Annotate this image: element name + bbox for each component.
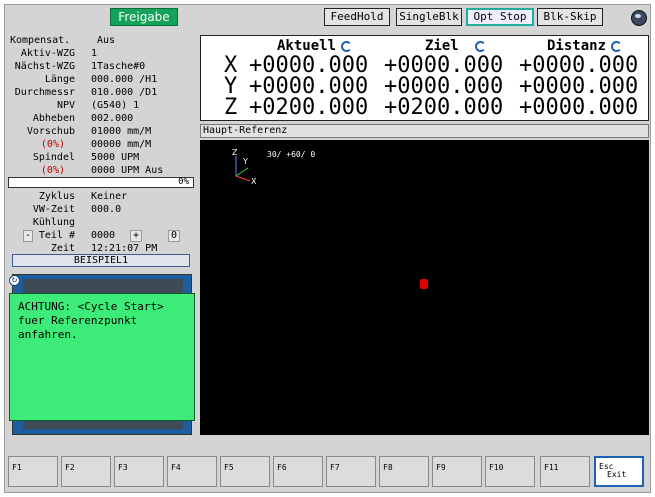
position-display: Aktuell Ziel Distanz X +0000.000 +0000.0…: [200, 35, 649, 121]
actual-value: +0200.000: [249, 95, 369, 120]
refresh-icon[interactable]: ↻: [9, 275, 20, 286]
dro-header-label: Ziel: [425, 38, 459, 54]
feed-override-label: (0%): [40, 139, 65, 150]
f1-key[interactable]: F1: [8, 456, 58, 487]
dro-header-target: Ziel: [425, 38, 486, 54]
part-counter-row: - Teil # 0000 + 0: [7, 230, 195, 242]
optstop-button[interactable]: Opt Stop: [466, 8, 534, 26]
refresh-icon[interactable]: [474, 40, 486, 52]
part-decrement-button[interactable]: -: [23, 230, 33, 242]
f2-key[interactable]: F2: [61, 456, 111, 487]
program-progress-bar: 0%: [8, 177, 194, 188]
f5-key[interactable]: F5: [220, 456, 270, 487]
status-value: 0000 UPM Aus: [91, 165, 164, 176]
progress-text: 0%: [178, 177, 189, 187]
dro-header-actual: Aktuell: [277, 38, 353, 54]
f9-key[interactable]: F9: [432, 456, 482, 487]
dwell-label: VW-Zeit: [32, 204, 75, 215]
toolbar: Freigabe FeedHold SingleBlk Opt Stop Blk…: [4, 5, 647, 31]
cycle-value: Keiner: [91, 191, 128, 202]
tool-position-marker: [420, 279, 428, 289]
enable-button[interactable]: Freigabe: [110, 8, 178, 26]
axis-label-x: X: [251, 177, 257, 186]
exit-key-bottom: Exit: [607, 470, 627, 479]
status-label: Spindel: [32, 152, 75, 163]
status-label: NPV: [56, 100, 75, 111]
dwell-value: 000.0: [91, 204, 122, 215]
refresh-icon[interactable]: [611, 40, 623, 52]
view-title: Haupt-Referenz: [200, 124, 649, 138]
status-value: Aus: [97, 35, 116, 46]
part-reset-button[interactable]: 0: [168, 230, 180, 242]
status-row: Länge 000.000 /H1: [7, 74, 195, 86]
status-row: Vorschub 01000 mm/M: [7, 126, 195, 138]
function-key-bar: F1 F2 F3 F4 F5 F6 F7 F8 F9 F10 F11 Esc E…: [8, 456, 647, 488]
status-row: Kompensat. Aus: [7, 35, 195, 47]
status-row: Aktiv-WZG 1: [7, 48, 195, 60]
distance-value: +0000.000: [519, 95, 639, 120]
status-row: (0%) 00000 mm/M: [7, 139, 195, 151]
status-label: Abheben: [32, 113, 75, 124]
status-row: (0%) 0000 UPM Aus: [7, 165, 195, 177]
part-value: 0000: [91, 230, 116, 241]
coolant-label: Kühlung: [32, 217, 75, 228]
cycle-row: Zyklus Keiner: [7, 191, 195, 203]
target-value: +0200.000: [384, 95, 504, 120]
part-label: Teil #: [38, 230, 75, 241]
axis-label-z: Z: [232, 148, 238, 157]
f3-key[interactable]: F3: [114, 456, 164, 487]
status-value: 01000 mm/M: [91, 126, 152, 137]
f6-key[interactable]: F6: [273, 456, 323, 487]
status-row: NPV (G540) 1: [7, 100, 195, 112]
status-label: Durchmessr: [14, 87, 75, 98]
program-name[interactable]: BEISPIEL1: [12, 254, 190, 267]
status-label: Aktiv-WZG: [20, 48, 75, 59]
feedhold-button[interactable]: FeedHold: [324, 8, 390, 26]
view-angles: 30/ +60/ 0: [267, 150, 316, 159]
status-value: 010.000 /D1: [91, 87, 158, 98]
status-row: Spindel 5000 UPM: [7, 152, 195, 164]
f11-key[interactable]: F11: [540, 456, 590, 487]
singleblock-button[interactable]: SingleBlk: [396, 8, 462, 26]
status-row: Durchmessr 010.000 /D1: [7, 87, 195, 99]
f4-key[interactable]: F4: [167, 456, 217, 487]
status-label: Nächst-WZG: [14, 61, 75, 72]
status-label: Kompensat.: [10, 35, 71, 46]
f8-key[interactable]: F8: [379, 456, 429, 487]
blockskip-button[interactable]: Blk-Skip: [537, 8, 603, 26]
toolpath-canvas[interactable]: Z Y X 30/ +60/ 0: [200, 140, 649, 435]
dro-header-distance: Distanz: [547, 38, 623, 54]
coolant-row: Kühlung: [7, 217, 195, 229]
status-value: 000.000 /H1: [91, 74, 158, 85]
dro-header-label: Distanz: [547, 38, 607, 54]
status-row: Nächst-WZG 1Tasche#0: [7, 61, 195, 73]
status-value: 002.000: [91, 113, 134, 124]
exit-key[interactable]: Esc Exit: [594, 456, 644, 487]
spindle-override-label: (0%): [40, 165, 65, 176]
status-value: 1Tasche#0: [91, 61, 146, 72]
status-label: Länge: [44, 74, 75, 85]
refresh-icon[interactable]: [341, 40, 353, 52]
status-value: 5000 UPM: [91, 152, 140, 163]
status-value: (G540) 1: [91, 100, 140, 111]
status-value: 1: [91, 48, 98, 59]
status-value: 00000 mm/M: [91, 139, 152, 150]
warning-message: ACHTUNG: <Cycle Start> fuer Referenzpunk…: [9, 293, 195, 421]
axis-label-y: Y: [242, 157, 248, 166]
f7-key[interactable]: F7: [326, 456, 376, 487]
f10-key[interactable]: F10: [485, 456, 535, 487]
dro-header-label: Aktuell: [277, 38, 337, 54]
status-label: Vorschub: [26, 126, 75, 137]
globe-icon[interactable]: [631, 10, 647, 26]
cycle-label: Zyklus: [38, 191, 75, 202]
part-increment-button[interactable]: +: [130, 230, 142, 242]
dwell-row: VW-Zeit 000.0: [7, 204, 195, 216]
status-row: Abheben 002.000: [7, 113, 195, 125]
axis-name: Z: [224, 95, 238, 120]
